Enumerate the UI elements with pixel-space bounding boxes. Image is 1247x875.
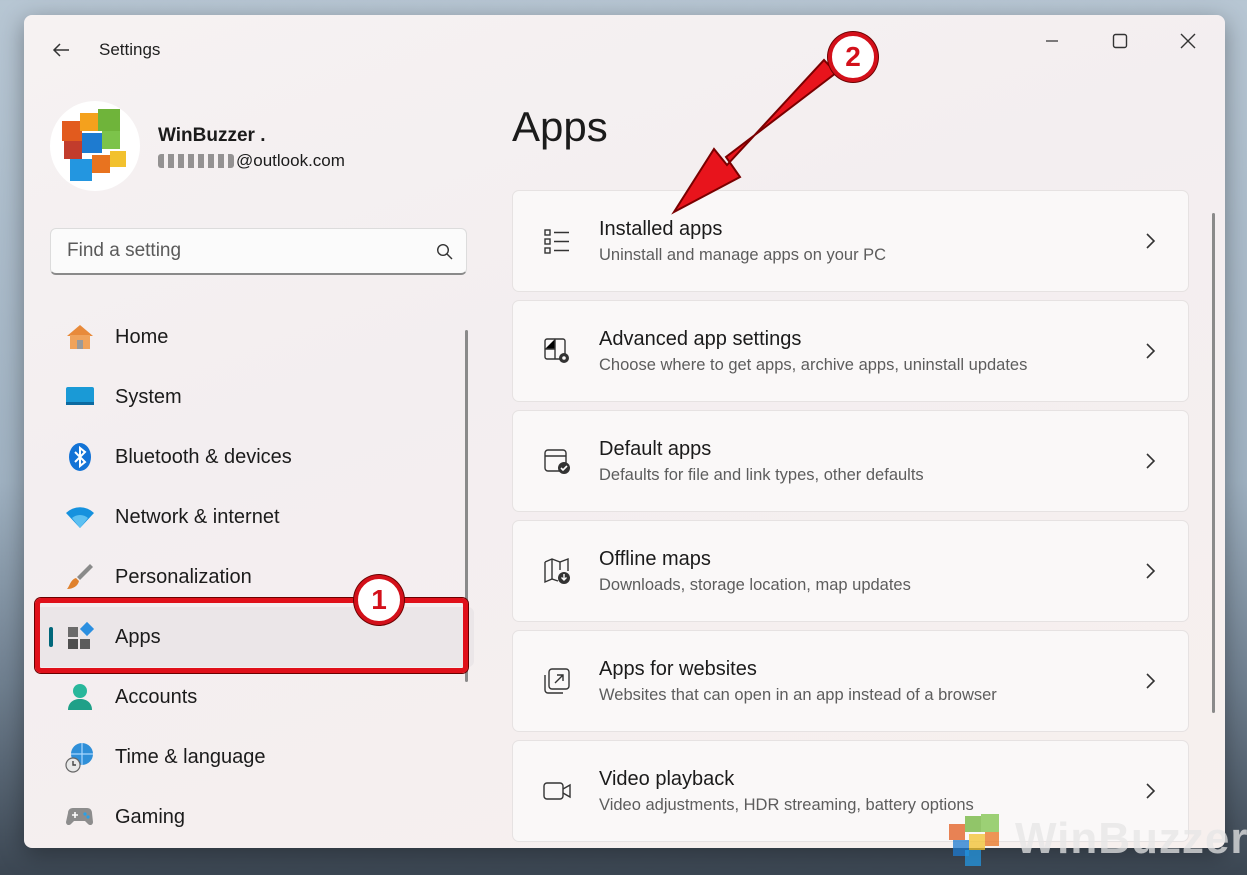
- home-icon: [64, 321, 96, 353]
- sidebar-item-gaming[interactable]: Gaming: [34, 787, 474, 847]
- maximize-button[interactable]: [1097, 25, 1143, 57]
- sidebar-item-personalization[interactable]: Personalization: [34, 547, 474, 607]
- minimize-icon: [1046, 40, 1058, 42]
- chevron-right-icon: [1130, 232, 1170, 250]
- accounts-icon: [64, 681, 96, 713]
- apps-settings-list: Installed apps Uninstall and manage apps…: [512, 190, 1189, 848]
- chevron-right-icon: [1130, 452, 1170, 470]
- apps-icon: [64, 621, 96, 653]
- search-icon[interactable]: [422, 243, 466, 260]
- step-1-badge: 1: [354, 575, 404, 625]
- card-offline-maps[interactable]: Offline maps Downloads, storage location…: [512, 520, 1189, 622]
- chevron-right-icon: [1130, 782, 1170, 800]
- settings-window: Settings WinBuzzer . @outlook.com Find a…: [24, 15, 1225, 848]
- sidebar-item-accounts[interactable]: Accounts: [34, 667, 474, 727]
- user-name: WinBuzzer .: [158, 125, 266, 146]
- sidebar-item-system[interactable]: System: [34, 367, 474, 427]
- maximize-icon: [1112, 33, 1128, 49]
- card-title: Video playback: [599, 767, 735, 790]
- sidebar-item-network[interactable]: Network & internet: [34, 487, 474, 547]
- card-installed-apps[interactable]: Installed apps Uninstall and manage apps…: [512, 190, 1189, 292]
- sidebar-item-time-language[interactable]: Time & language: [34, 727, 474, 787]
- sidebar-nav: Home System Bluetooth & devices Network …: [34, 307, 474, 847]
- card-title: Apps for websites: [599, 657, 757, 680]
- system-icon: [64, 381, 96, 413]
- app-title: Settings: [99, 40, 161, 59]
- step-2-badge: 2: [828, 32, 878, 82]
- wifi-icon: [64, 501, 96, 533]
- back-button[interactable]: [46, 35, 76, 65]
- winbuzzer-watermark-logo-icon: [949, 814, 999, 866]
- sidebar-item-apps[interactable]: Apps: [34, 607, 474, 667]
- sidebar-scrollbar[interactable]: [465, 330, 468, 682]
- sidebar-item-bluetooth[interactable]: Bluetooth & devices: [34, 427, 474, 487]
- watermark-text: WinBuzzer: [1015, 814, 1247, 863]
- main-scrollbar[interactable]: [1212, 213, 1215, 713]
- list-icon: [539, 223, 575, 259]
- user-profile[interactable]: WinBuzzer . @outlook.com: [50, 101, 470, 191]
- bluetooth-icon: [64, 441, 96, 473]
- card-title: Offline maps: [599, 547, 711, 570]
- gamepad-icon: [64, 801, 96, 833]
- watermark: WinBuzzer: [945, 810, 1247, 868]
- card-subtitle: Websites that can open in an app instead…: [599, 685, 997, 704]
- open-external-icon: [539, 663, 575, 699]
- search-input[interactable]: [51, 229, 422, 273]
- close-icon: [1180, 33, 1196, 49]
- search-box[interactable]: [50, 228, 467, 275]
- app-settings-icon: [539, 333, 575, 369]
- card-subtitle: Downloads, storage location, map updates: [599, 575, 911, 594]
- back-arrow-icon: [52, 43, 69, 57]
- chevron-right-icon: [1130, 672, 1170, 690]
- card-advanced-app-settings[interactable]: Advanced app settings Choose where to ge…: [512, 300, 1189, 402]
- video-camera-icon: [539, 773, 575, 809]
- chevron-right-icon: [1130, 562, 1170, 580]
- map-download-icon: [539, 553, 575, 589]
- email-suffix: @outlook.com: [236, 151, 345, 170]
- title-bar: Settings: [24, 15, 1225, 87]
- chevron-right-icon: [1130, 342, 1170, 360]
- user-email: @outlook.com: [158, 151, 345, 171]
- default-apps-icon: [539, 443, 575, 479]
- card-subtitle: Uninstall and manage apps on your PC: [599, 245, 887, 264]
- avatar: [50, 101, 140, 191]
- card-title: Default apps: [599, 437, 712, 460]
- sidebar-item-home[interactable]: Home: [34, 307, 474, 367]
- card-subtitle: Choose where to get apps, archive apps, …: [599, 355, 1028, 374]
- redacted-email-prefix: [158, 154, 234, 168]
- card-default-apps[interactable]: Default apps Defaults for file and link …: [512, 410, 1189, 512]
- card-subtitle: Defaults for file and link types, other …: [599, 465, 924, 484]
- page-title: Apps: [512, 103, 608, 150]
- globe-clock-icon: [64, 741, 96, 773]
- card-apps-for-websites[interactable]: Apps for websites Websites that can open…: [512, 630, 1189, 732]
- winbuzzer-logo-icon: [62, 109, 126, 181]
- card-title: Installed apps: [599, 217, 723, 240]
- card-title: Advanced app settings: [599, 327, 802, 350]
- brush-icon: [64, 561, 96, 593]
- minimize-button[interactable]: [1029, 25, 1075, 57]
- close-button[interactable]: [1165, 25, 1211, 57]
